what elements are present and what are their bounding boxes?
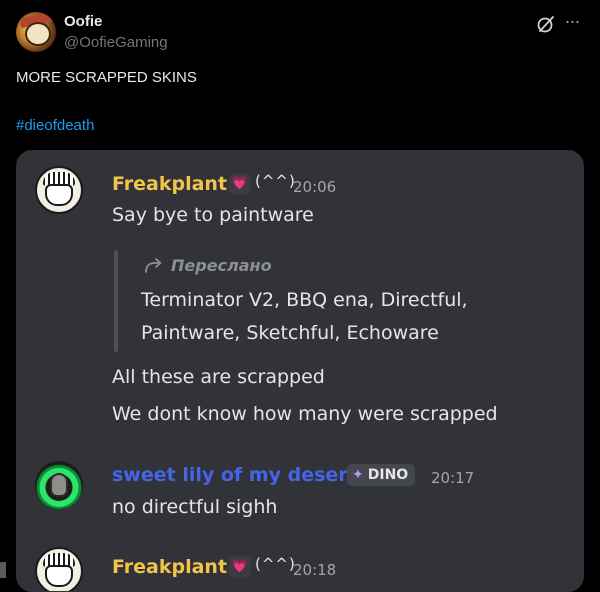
message-author: Freakplant [112,556,228,578]
forward-bar [114,250,118,352]
sparkle-icon: ✦ [71,166,83,182]
more-options-icon[interactable]: ··· [560,9,584,33]
cat-badge-icon: (^^) [255,172,296,190]
guild-tag-label: DINO [367,467,409,483]
tweet-text: MORE SCRAPPED SKINS [16,69,197,86]
message-text: Say bye to paintware [112,204,314,226]
scroll-marker [0,562,6,578]
avatar-head [45,184,73,206]
freakplant-avatar: ✦ [35,547,83,591]
message-author: sweet lily of my desert [112,464,357,486]
forward-arrow-icon [145,258,162,273]
avatar-head [45,565,73,587]
message-time: 20:17 [431,469,475,487]
avatar-mask [50,473,68,497]
forwarded-text-line: Paintware, Sketchful, Echoware [141,322,439,344]
hashtag-link[interactable]: #dieofdeath [16,117,94,134]
avatar-face [25,22,51,46]
message-text: no directful sighh [112,496,278,518]
guild-tag: ✦ DINO [347,464,416,486]
forwarded-text-line: Terminator V2, BBQ ena, Directful, [141,289,468,311]
sparkle-icon: ✦ [71,547,83,563]
message-time: 20:18 [293,561,337,579]
tweet-media-image[interactable]: ✦ Freakplant 💗 (^^) 20:06 Say bye to pai… [16,150,584,592]
sparkle-icon: ✦ [352,467,364,483]
forwarded-label: Переслано [171,256,272,275]
grok-icon[interactable] [536,14,556,34]
message-author: Freakplant [112,173,228,195]
heart-badge-icon: 💗 [229,173,251,195]
display-name[interactable]: Oofie [64,13,102,30]
message-text: We dont know how many were scrapped [112,403,498,425]
message-text: All these are scrapped [112,366,325,388]
heart-badge-icon: 💗 [229,556,251,578]
cat-badge-icon: (^^) [255,555,296,573]
freakplant-avatar: ✦ [35,166,83,214]
lily-avatar [35,461,83,509]
message-time: 20:06 [293,178,337,196]
avatar[interactable] [16,12,56,52]
handle[interactable]: @OofieGaming [64,34,168,51]
